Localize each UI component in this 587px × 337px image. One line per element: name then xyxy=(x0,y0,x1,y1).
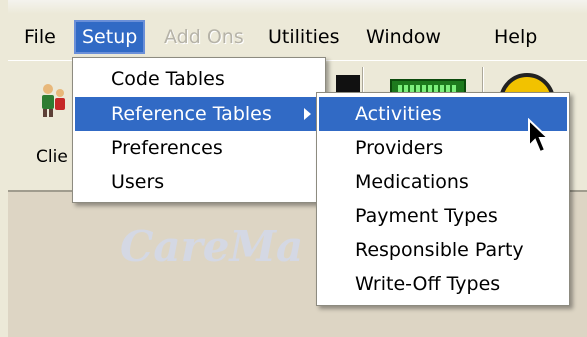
menu-bar: File Setup Add Ons Utilities Window Help xyxy=(8,16,587,58)
menu-item-label: Code Tables xyxy=(111,68,225,90)
ref-menu-item-responsible-party[interactable]: Responsible Party xyxy=(319,233,567,267)
menu-item-label: Activities xyxy=(355,103,442,125)
menu-item-label: Preferences xyxy=(111,137,223,159)
setup-menu-item-code-tables[interactable]: Code Tables xyxy=(75,62,323,96)
window-frame-top xyxy=(0,0,587,14)
menu-item-label: Responsible Party xyxy=(355,239,524,261)
menu-setup[interactable]: Setup xyxy=(74,20,146,54)
setup-menu-item-users[interactable]: Users xyxy=(75,165,323,199)
ref-menu-item-medications[interactable]: Medications xyxy=(319,165,567,199)
setup-menu-item-preferences[interactable]: Preferences xyxy=(75,131,323,165)
setup-menu: Code Tables Reference Tables Preferences… xyxy=(72,57,326,203)
mouse-pointer-icon xyxy=(528,118,551,154)
clients-button[interactable]: Clie xyxy=(8,61,78,173)
submenu-arrow-icon xyxy=(304,108,311,120)
menu-item-label: Write-Off Types xyxy=(355,273,501,295)
clients-button-label: Clie xyxy=(36,147,68,167)
menu-item-label: Providers xyxy=(355,137,444,159)
menu-item-label: Payment Types xyxy=(355,205,498,227)
menu-file[interactable]: File xyxy=(16,20,64,54)
menu-item-label: Medications xyxy=(355,171,469,193)
menu-add-ons[interactable]: Add Ons xyxy=(156,20,252,54)
ref-menu-item-write-off-types[interactable]: Write-Off Types xyxy=(319,267,567,301)
person-icon xyxy=(42,84,65,117)
ref-menu-item-payment-types[interactable]: Payment Types xyxy=(319,199,567,233)
menu-help[interactable]: Help xyxy=(486,20,545,54)
window-frame-left xyxy=(0,0,8,337)
menu-item-label: Reference Tables xyxy=(111,103,272,125)
setup-menu-item-reference-tables[interactable]: Reference Tables xyxy=(75,97,323,131)
menu-window[interactable]: Window xyxy=(358,20,449,54)
menu-utilities[interactable]: Utilities xyxy=(260,20,348,54)
app-watermark: CareMa xyxy=(120,222,304,271)
menu-item-label: Users xyxy=(111,171,165,193)
